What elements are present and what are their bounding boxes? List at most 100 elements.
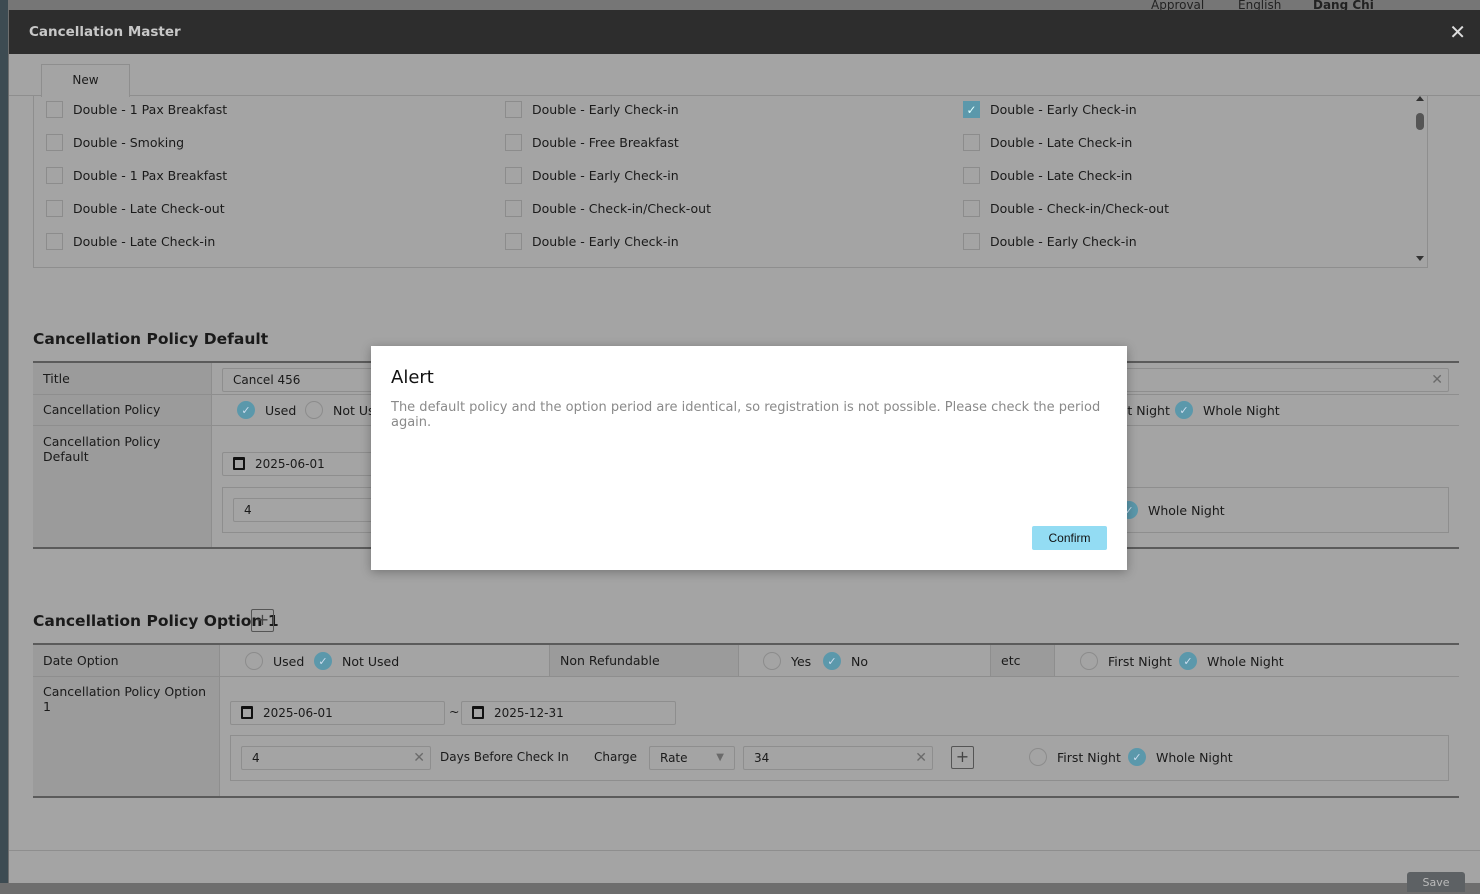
check-icon: ✓ bbox=[1179, 652, 1197, 670]
section-title-default: Cancellation Policy Default bbox=[33, 330, 269, 348]
checkbox-icon[interactable] bbox=[505, 200, 522, 217]
default-label: Cancellation Policy Default bbox=[33, 426, 212, 547]
checkbox-checked-icon[interactable]: ✓ bbox=[963, 101, 980, 118]
room-checkbox-item[interactable]: Double - Late Check-in bbox=[46, 233, 215, 250]
radio-label: Whole Night bbox=[1207, 653, 1284, 669]
date-option-not-used-radio[interactable]: ✓ Not Used bbox=[314, 652, 399, 670]
room-list-scrollbar[interactable] bbox=[1415, 96, 1425, 266]
rule-whole-night-radio[interactable]: ✓ Whole Night bbox=[1128, 748, 1233, 766]
add-rule-button[interactable]: + bbox=[951, 746, 974, 769]
clear-icon[interactable]: ✕ bbox=[413, 747, 425, 769]
etc-first-night-radio[interactable]: First Night bbox=[1080, 652, 1172, 670]
room-label: Double - Early Check-in bbox=[532, 102, 679, 117]
dialog-title: Cancellation Master bbox=[29, 24, 181, 40]
add-option-button[interactable]: + bbox=[251, 609, 274, 632]
user-name[interactable]: Dang Chi Hoang(122485) bbox=[1313, 0, 1480, 10]
room-checkbox-item[interactable]: Double - Early Check-in bbox=[963, 233, 1137, 250]
checkbox-icon[interactable] bbox=[46, 134, 63, 151]
dialog-titlebar: Cancellation Master ✕ bbox=[9, 10, 1480, 54]
non-refundable-label: Non Refundable bbox=[549, 645, 739, 676]
room-checkbox-item[interactable]: Double - Late Check-in bbox=[963, 134, 1132, 151]
radio-label: First Night bbox=[1057, 749, 1121, 765]
room-checkbox-item[interactable]: Double - Early Check-in bbox=[505, 101, 679, 118]
room-label: Double - Late Check-in bbox=[990, 168, 1133, 183]
date-separator: ~ bbox=[449, 704, 460, 719]
confirm-button[interactable]: Confirm bbox=[1032, 526, 1107, 550]
checkbox-icon[interactable] bbox=[963, 134, 980, 151]
non-refundable-yes-radio[interactable]: Yes bbox=[763, 652, 811, 670]
save-button[interactable]: Save bbox=[1407, 872, 1465, 892]
room-label: Double - Check-in/Check-out bbox=[532, 201, 711, 216]
approval-link[interactable]: Approval bbox=[1151, 0, 1204, 10]
close-icon[interactable]: ✕ bbox=[1449, 20, 1466, 44]
checkbox-icon[interactable] bbox=[46, 233, 63, 250]
checkbox-icon[interactable] bbox=[505, 233, 522, 250]
title-value: Cancel 456 bbox=[233, 373, 301, 387]
room-checkbox-item[interactable]: Double - Smoking bbox=[46, 134, 184, 151]
etc-whole-night-radio[interactable]: ✓ Whole Night bbox=[1179, 652, 1284, 670]
check-icon: ✓ bbox=[823, 652, 841, 670]
alert-message: The default policy and the option period… bbox=[391, 400, 1101, 430]
room-label: Double - Late Check-in bbox=[73, 234, 216, 249]
date-option-label: Date Option bbox=[33, 645, 220, 676]
background-sidebar-edge bbox=[0, 0, 8, 883]
radio-label: First Night bbox=[1108, 653, 1172, 669]
checkbox-icon[interactable] bbox=[505, 134, 522, 151]
room-label: Double - 1 Pax Breakfast bbox=[73, 168, 228, 183]
clear-icon[interactable]: ✕ bbox=[1431, 369, 1443, 391]
option1-table: Date Option Cancellation Policy Option 1… bbox=[33, 643, 1459, 798]
radio-empty-icon bbox=[1080, 652, 1098, 670]
option1-start-date[interactable]: 2025-06-01 bbox=[230, 701, 445, 725]
whole-night-radio[interactable]: ✓ Whole Night bbox=[1175, 401, 1280, 419]
charge-value-input[interactable]: 34 ✕ bbox=[743, 746, 933, 770]
option-used-radio[interactable]: ✓ Used bbox=[237, 401, 296, 419]
tab-new[interactable]: New bbox=[41, 64, 130, 97]
radio-empty-icon bbox=[245, 652, 263, 670]
option1-end-date[interactable]: 2025-12-31 bbox=[461, 701, 676, 725]
room-checkbox-item[interactable]: Double - Early Check-in bbox=[505, 167, 679, 184]
room-label: Double - Early Check-in bbox=[532, 234, 679, 249]
default-whole-night-radio[interactable]: ✓ Whole Night bbox=[1120, 501, 1225, 519]
room-checkbox-item[interactable]: Double - 1 Pax Breakfast bbox=[46, 101, 227, 118]
room-label: Double - Early Check-in bbox=[532, 168, 679, 183]
room-checkbox-item[interactable]: Double - Free Breakfast bbox=[505, 134, 679, 151]
date-option-used-radio[interactable]: Used bbox=[245, 652, 304, 670]
check-icon: ✓ bbox=[1175, 401, 1193, 419]
charge-value: 34 bbox=[754, 751, 770, 765]
room-checkbox-item[interactable]: Double - Late Check-in bbox=[963, 167, 1132, 184]
radio-label: Used bbox=[265, 402, 297, 418]
checkbox-icon[interactable] bbox=[963, 167, 980, 184]
radio-label: Whole Night bbox=[1203, 402, 1280, 418]
select-value: Rate bbox=[660, 751, 688, 765]
check-icon: ✓ bbox=[1128, 748, 1146, 766]
checkbox-icon[interactable] bbox=[46, 101, 63, 118]
charge-type-select[interactable]: Rate ▼ bbox=[649, 746, 735, 770]
option-label: Cancellation Policy Option bbox=[33, 395, 212, 447]
room-checkbox-item[interactable]: Double - Early Check-in bbox=[505, 233, 679, 250]
room-checkbox-item[interactable]: Double - 1 Pax Breakfast bbox=[46, 167, 227, 184]
rule-first-night-radio[interactable]: First Night bbox=[1029, 748, 1121, 766]
date-value: 2025-06-01 bbox=[263, 706, 333, 720]
radio-label: Used bbox=[273, 653, 305, 669]
language-selector[interactable]: English bbox=[1238, 0, 1281, 10]
room-label: Double - Smoking bbox=[73, 135, 185, 150]
room-checkbox-item[interactable]: Double - Check-in/Check-out bbox=[505, 200, 711, 217]
option1-days-input[interactable]: 4 ✕ bbox=[241, 746, 431, 770]
date-value: 2025-12-31 bbox=[494, 706, 564, 720]
room-label: Double - 1 Pax Breakfast bbox=[73, 102, 228, 117]
room-label: Double - Free Breakfast bbox=[532, 135, 679, 150]
non-refundable-no-radio[interactable]: ✓ No bbox=[823, 652, 868, 670]
room-checkbox-item[interactable]: Double - Check-in/Check-out bbox=[963, 200, 1169, 217]
checkbox-icon[interactable] bbox=[505, 101, 522, 118]
checkbox-icon[interactable] bbox=[46, 200, 63, 217]
room-checkbox-item[interactable]: ✓ Double - Early Check-in bbox=[963, 101, 1137, 118]
policy-option1-label: Cancellation Policy Option 1 bbox=[33, 677, 220, 796]
clear-icon[interactable]: ✕ bbox=[915, 747, 927, 769]
checkbox-icon[interactable] bbox=[963, 233, 980, 250]
checkbox-icon[interactable] bbox=[46, 167, 63, 184]
room-checkbox-item[interactable]: Double - Late Check-out bbox=[46, 200, 225, 217]
checkbox-icon[interactable] bbox=[505, 167, 522, 184]
calendar-icon bbox=[472, 706, 484, 719]
checkbox-icon[interactable] bbox=[963, 200, 980, 217]
radio-label: No bbox=[851, 653, 868, 669]
